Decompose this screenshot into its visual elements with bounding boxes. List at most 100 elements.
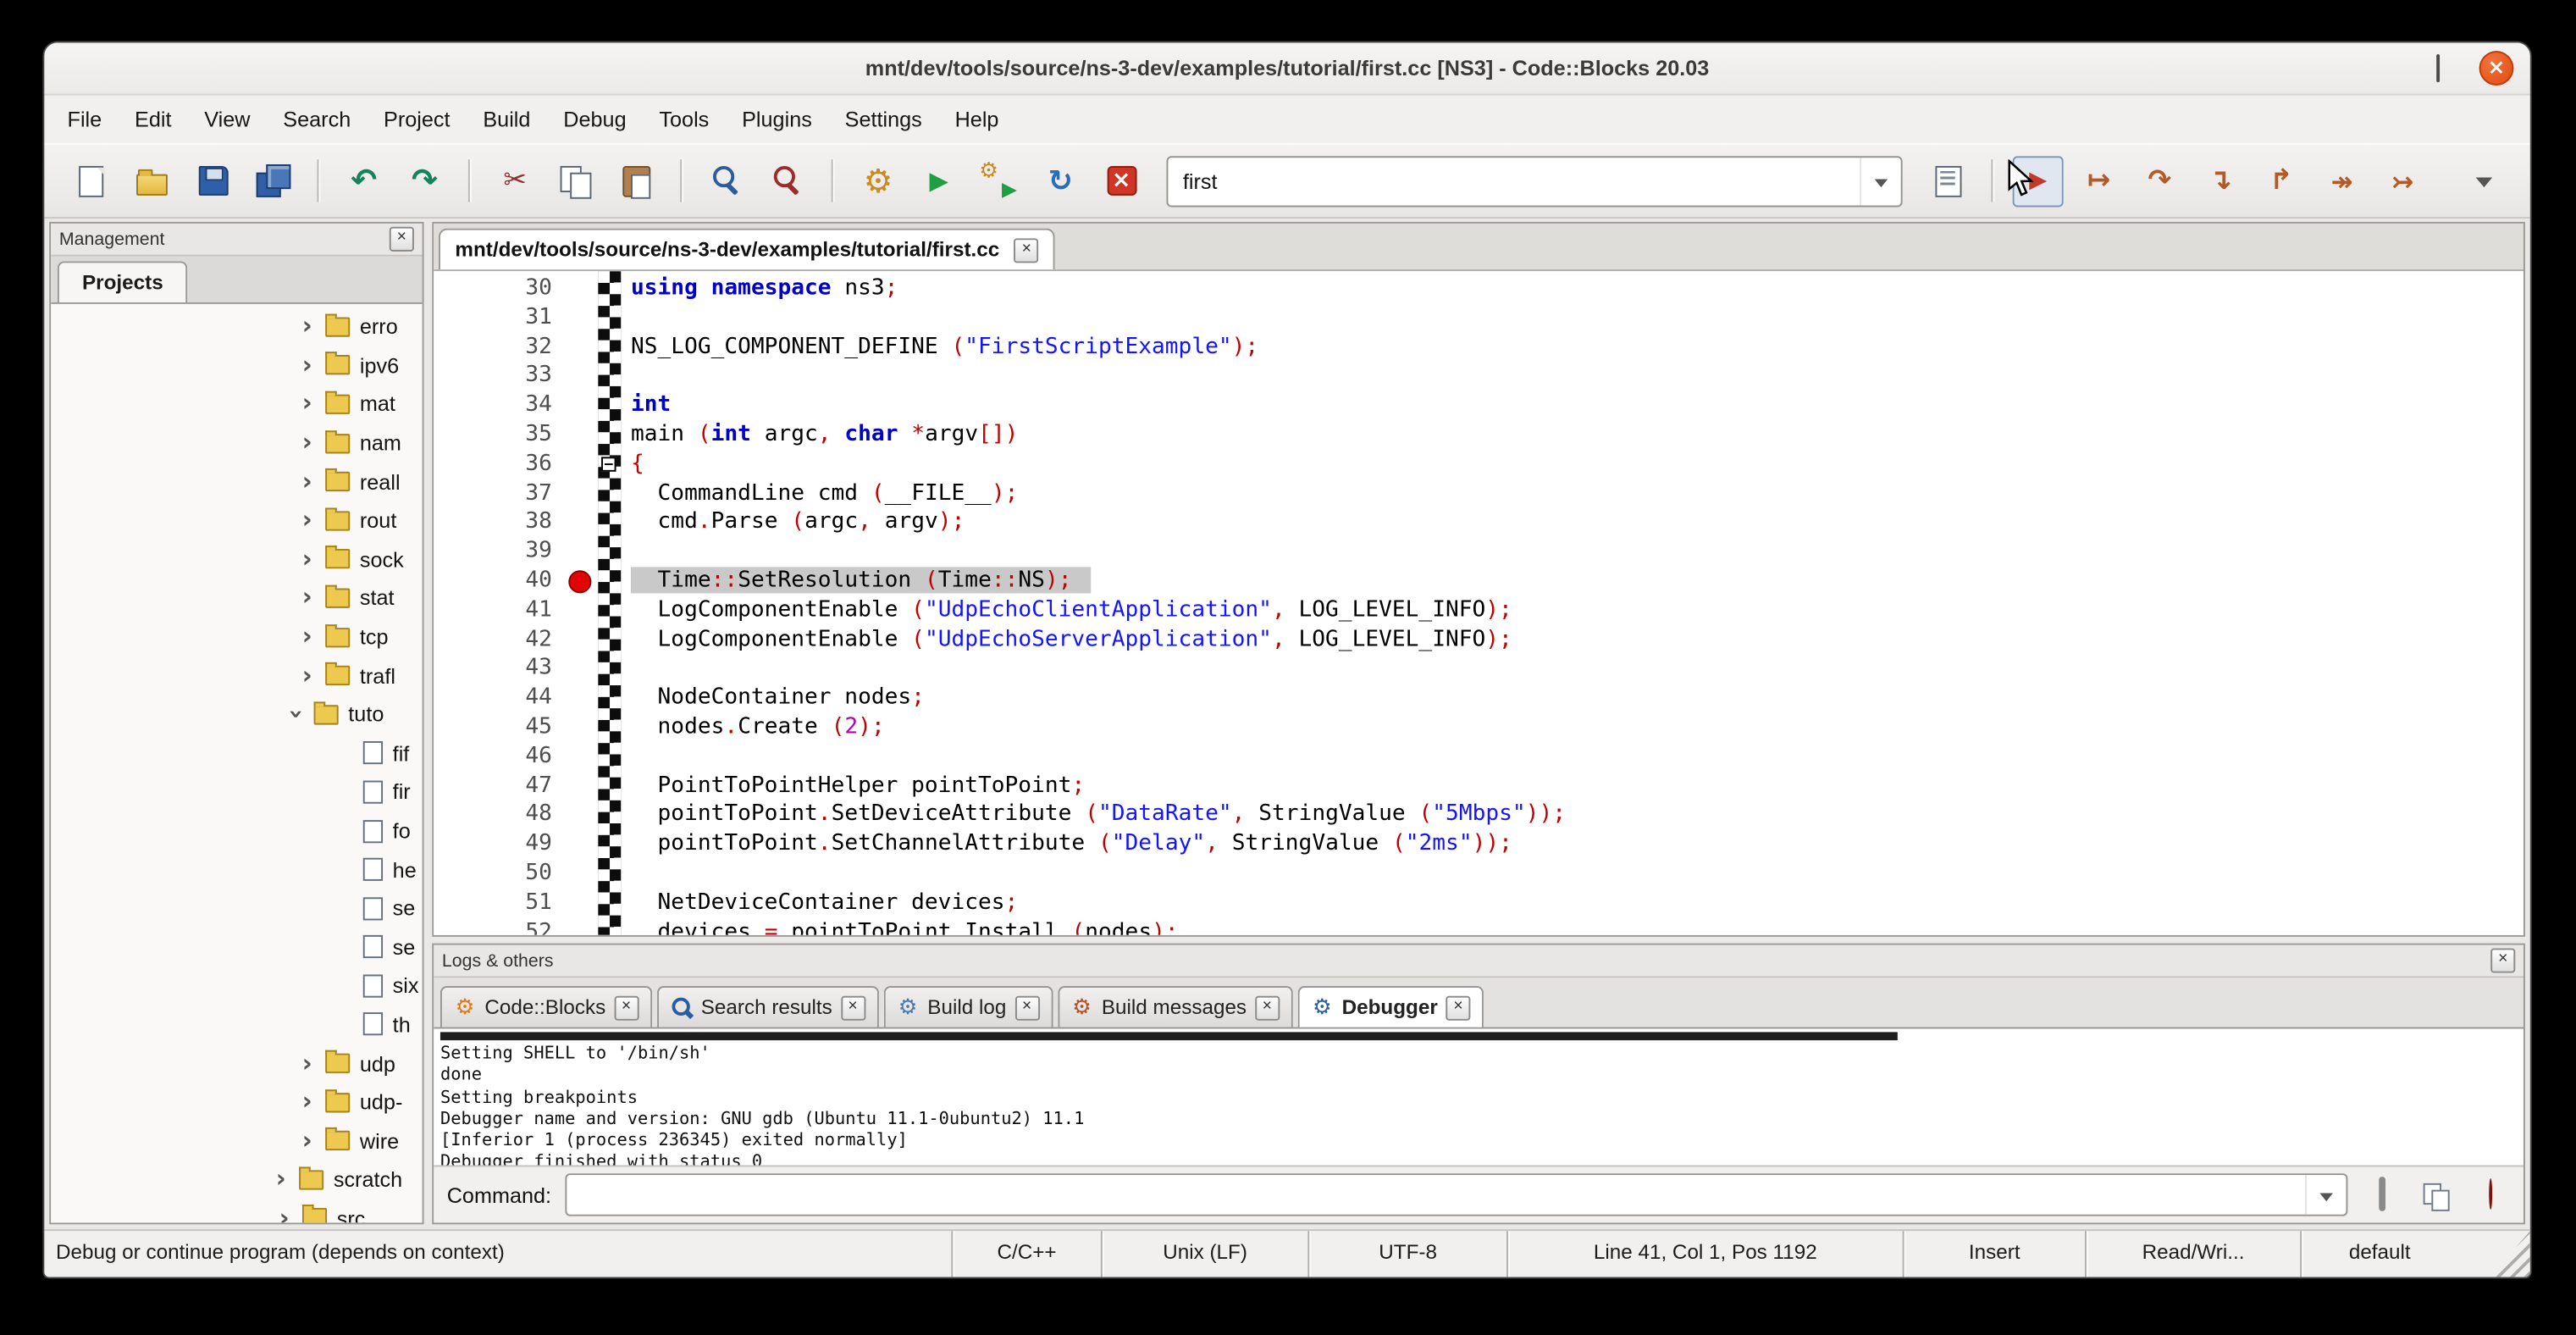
open-file-button[interactable] (126, 155, 177, 206)
toolbar-overflow-button[interactable] (2457, 155, 2508, 206)
tree-item[interactable]: se (51, 889, 422, 928)
fold-margin[interactable] (598, 625, 621, 655)
fold-margin[interactable] (598, 742, 621, 772)
expand-arrow-icon[interactable] (297, 663, 317, 688)
breakpoint-margin[interactable] (562, 450, 599, 479)
compiler-messages-button[interactable] (1922, 155, 1973, 206)
replace-button[interactable] (762, 155, 813, 206)
log-tab-code-blocks[interactable]: Code::Blocks× (440, 986, 652, 1028)
menu-item-settings[interactable]: Settings (828, 96, 938, 143)
breakpoint-margin[interactable] (562, 363, 599, 392)
menu-item-tools[interactable]: Tools (643, 96, 726, 143)
code-line[interactable]: 32NS_LOG_COMPONENT_DEFINE ("FirstScriptE… (434, 333, 2523, 363)
tree-item[interactable]: mat (51, 385, 422, 424)
expand-arrow-icon[interactable] (274, 1206, 294, 1222)
fold-margin[interactable] (598, 860, 621, 889)
fold-margin[interactable] (598, 363, 621, 392)
code-line[interactable]: 49 pointToPoint.SetChannelAttribute ("De… (434, 830, 2523, 860)
build-button[interactable] (853, 155, 904, 206)
tree-item[interactable]: src (51, 1199, 422, 1223)
step-into-instruction-button[interactable] (2377, 155, 2428, 206)
close-tab-icon[interactable]: × (614, 995, 638, 1020)
code-line[interactable]: 38 cmd.Parse (argc, argv); (434, 508, 2523, 538)
fold-margin[interactable] (598, 538, 621, 568)
fold-margin[interactable] (598, 596, 621, 626)
code-line[interactable]: 51 NetDeviceContainer devices; (434, 889, 2523, 918)
fold-margin[interactable] (598, 772, 621, 801)
save-file-button[interactable] (187, 155, 238, 206)
tree-item[interactable]: wire (51, 1122, 422, 1161)
breakpoint-margin[interactable] (562, 800, 599, 830)
tree-item[interactable]: ipv6 (51, 346, 422, 385)
tree-item[interactable]: rout (51, 501, 422, 540)
fold-margin[interactable] (598, 655, 621, 684)
stop-debugger-button[interactable] (2469, 1174, 2511, 1216)
tree-item[interactable]: stat (51, 579, 422, 618)
code-line[interactable]: 45 nodes.Create (2); (434, 713, 2523, 743)
fold-margin[interactable] (598, 450, 621, 479)
log-line[interactable]: [Inferior 1 (process 236345) exited norm… (440, 1131, 2523, 1153)
breakpoint-margin[interactable] (562, 304, 599, 334)
close-tab-icon[interactable]: × (1014, 995, 1039, 1020)
code-line[interactable]: 46 (434, 742, 2523, 772)
fold-margin[interactable] (598, 391, 621, 421)
breakpoint-margin[interactable] (562, 655, 599, 684)
expand-arrow-icon[interactable] (297, 1128, 317, 1153)
fold-margin[interactable] (598, 274, 621, 304)
run-to-cursor-button[interactable] (2073, 155, 2124, 206)
redo-button[interactable] (399, 155, 450, 206)
fold-margin[interactable] (598, 830, 621, 860)
menu-item-build[interactable]: Build (467, 96, 547, 143)
log-line[interactable]: Debugger finished with status 0 (440, 1153, 2523, 1166)
log-line[interactable]: Debugger name and version: GNU gdb (Ubun… (440, 1109, 2523, 1131)
menu-item-debug[interactable]: Debug (547, 96, 643, 143)
tree-item[interactable]: he (51, 850, 422, 889)
step-out-button[interactable] (2256, 155, 2307, 206)
code-line[interactable]: 33 (434, 363, 2523, 392)
fold-margin[interactable] (598, 304, 621, 334)
breakpoint-margin[interactable] (562, 830, 599, 860)
run-button[interactable] (914, 155, 965, 206)
log-line[interactable]: Setting SHELL to '/bin/sh' (440, 1044, 2523, 1066)
fold-margin[interactable] (598, 713, 621, 743)
menu-item-project[interactable]: Project (368, 96, 467, 143)
expand-arrow-icon[interactable] (297, 430, 317, 455)
log-tab-build-messages[interactable]: Build messages× (1057, 986, 1292, 1028)
fold-margin[interactable] (598, 889, 621, 918)
fold-collapse-icon[interactable] (601, 457, 616, 471)
expand-arrow-icon[interactable] (297, 624, 317, 649)
debugger-log[interactable]: Setting SHELL to '/bin/sh'doneSetting br… (434, 1029, 2523, 1166)
chevron-down-icon[interactable] (1860, 157, 1901, 204)
log-tab-debugger[interactable]: Debugger× (1297, 986, 1484, 1028)
expand-arrow-icon[interactable] (297, 314, 317, 339)
tree-item[interactable]: fir (51, 773, 422, 812)
expand-arrow-icon[interactable] (297, 1051, 317, 1076)
menu-item-plugins[interactable]: Plugins (726, 96, 829, 143)
rebuild-button[interactable] (1035, 155, 1086, 206)
tree-item[interactable]: scratch (51, 1161, 422, 1199)
code-line[interactable]: 41 LogComponentEnable ("UdpEchoClientApp… (434, 596, 2523, 626)
tree-item[interactable]: nam (51, 424, 422, 463)
fold-margin[interactable] (598, 684, 621, 713)
breakpoint-margin[interactable] (562, 625, 599, 655)
breakpoint-margin[interactable] (562, 333, 599, 363)
title-bar[interactable]: mnt/dev/tools/source/ns-3-dev/examples/t… (44, 42, 2529, 95)
close-management-icon[interactable]: × (390, 227, 414, 252)
next-line-button[interactable] (2134, 155, 2185, 206)
tree-item[interactable]: tcp (51, 618, 422, 656)
next-instruction-button[interactable] (2317, 155, 2368, 206)
tree-item[interactable]: fo (51, 812, 422, 850)
expand-arrow-icon[interactable] (297, 547, 317, 572)
search-combo[interactable]: first (1166, 155, 1902, 206)
expand-arrow-icon[interactable] (297, 353, 317, 378)
debugger-command-combo[interactable] (565, 1173, 2348, 1216)
code-line[interactable]: 47 PointToPointHelper pointToPoint; (434, 772, 2523, 801)
menu-item-help[interactable]: Help (938, 96, 1015, 143)
close-editor-tab-icon[interactable]: × (1014, 237, 1039, 262)
tree-item[interactable]: se (51, 928, 422, 967)
log-tab-build-log[interactable]: Build log× (883, 986, 1053, 1028)
code-line[interactable]: 48 pointToPoint.SetDeviceAttribute ("Dat… (434, 800, 2523, 830)
menu-item-search[interactable]: Search (267, 96, 368, 143)
breakpoint-margin[interactable] (562, 860, 599, 889)
editor-tab-first-cc[interactable]: mnt/dev/tools/source/ns-3-dev/examples/t… (439, 229, 1055, 270)
